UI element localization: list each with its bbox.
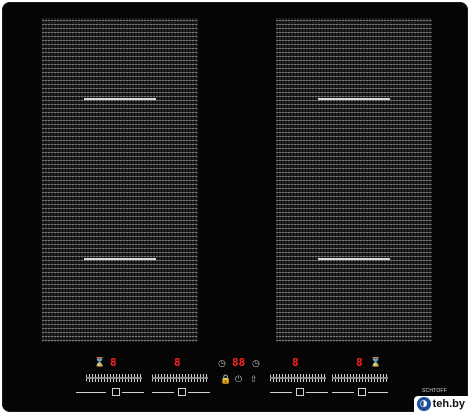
zone-4-level-display: 8	[356, 356, 363, 369]
zone-2-power-slider[interactable]	[152, 374, 208, 382]
cooking-zone-front-right	[276, 18, 432, 182]
zone-3-power-slider[interactable]	[270, 374, 326, 382]
zone-2-underline-left	[152, 392, 174, 393]
zone-1-booster-icon[interactable]	[112, 388, 120, 396]
watermark-logo-icon: ◑	[416, 397, 431, 411]
booster-icon[interactable]: ⇧	[250, 375, 258, 385]
zone-1-level-display: 8	[110, 356, 117, 369]
zone-3-underline-left	[270, 392, 292, 393]
zone-3-underline-right	[306, 392, 328, 393]
watermark: ◑ teh.by	[413, 396, 468, 412]
brand-label: SCHTOFF	[422, 388, 447, 394]
zone-2-booster-icon[interactable]	[178, 388, 186, 396]
zone-1-power-slider[interactable]	[86, 374, 142, 382]
timer-display: 88	[232, 356, 246, 369]
zone-2-level-display: 8	[174, 356, 181, 369]
zone-1-underline-left	[76, 392, 106, 393]
cooking-zone-rear-left	[42, 182, 198, 342]
zone-marker-right-bottom	[318, 258, 390, 260]
pause-icon-right[interactable]: ⌛	[370, 358, 381, 368]
clock-icon-right[interactable]: ◷	[252, 359, 260, 369]
zone-marker-left-bottom	[84, 258, 156, 260]
zone-marker-right-top	[318, 98, 390, 100]
lock-icon[interactable]: 🔒	[220, 375, 231, 385]
zone-2-underline-right	[188, 392, 210, 393]
clock-icon[interactable]: ◷	[218, 359, 226, 369]
watermark-text: teh.by	[432, 398, 465, 410]
zone-1-underline-right	[122, 392, 144, 393]
power-icon[interactable]: ⏻	[235, 375, 242, 385]
zone-4-underline-left	[332, 392, 354, 393]
cooktop-glass: ⌛ 8 8 ◷ 88 ◷ 🔒 ⏻ ⇧ 8 8 ⌛ SCHTOFF	[2, 2, 468, 412]
pause-icon[interactable]: ⌛	[94, 358, 105, 368]
zone-4-underline-right	[368, 392, 388, 393]
zone-marker-left-top	[84, 98, 156, 100]
cooking-zone-rear-right	[276, 182, 432, 342]
cooking-zone-front-left	[42, 18, 198, 182]
zone-4-power-slider[interactable]	[332, 374, 388, 382]
zone-3-booster-icon[interactable]	[296, 388, 304, 396]
zone-4-booster-icon[interactable]	[358, 388, 366, 396]
zone-3-level-display: 8	[292, 356, 299, 369]
